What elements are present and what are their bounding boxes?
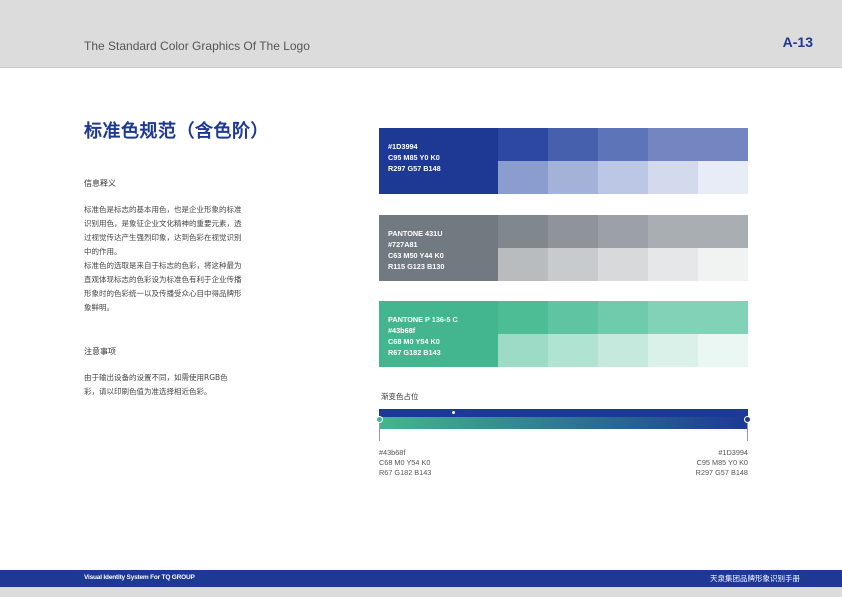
tint-bottom-3 <box>598 248 648 281</box>
info-line: 象鲜明。 <box>84 303 114 312</box>
main-color-gray: PANTONE 431U #727A81 C63 M50 Y44 K0 R115… <box>379 215 498 281</box>
notes-line: 彩，请以印刷色值为准选择相近色彩。 <box>84 387 212 396</box>
tint-top-2 <box>548 215 598 248</box>
tint-top-3 <box>598 301 648 334</box>
tint-top-5 <box>698 301 748 334</box>
tint-bottom-1 <box>498 161 548 194</box>
gradient-end-spec: #1D3994 C95 M85 Y0 K0 R297 G57 B148 <box>696 448 748 478</box>
gradient-label: 渐变色占位 <box>381 392 419 401</box>
info-line: 中的作用。 <box>84 247 122 256</box>
tint-top-1 <box>498 215 548 248</box>
tint-bottom-1 <box>498 248 548 281</box>
spec-line: R297 G57 B148 <box>695 468 748 477</box>
footer-manual-title: 天泉集团品牌形象识别手册 <box>710 574 800 583</box>
info-paragraph: 标准色是标志的基本用色，也是企业形象的标准 识别用色，是象征企业文化精神的重要元… <box>84 203 260 315</box>
main-color-blue: #1D3994 C95 M85 Y0 K0 R297 G57 B148 <box>379 128 498 194</box>
tint-bottom-2 <box>548 334 598 367</box>
gradient-bar <box>379 409 748 429</box>
spec-line: C68 M0 Y54 K0 <box>379 458 431 467</box>
color-spec-line: C63 M50 Y44 K0 <box>388 251 444 260</box>
color-spec-line: PANTONE 431U <box>388 229 443 238</box>
tint-top-4 <box>648 215 698 248</box>
gradient-start-stop[interactable] <box>376 416 383 423</box>
tint-bottom-4 <box>648 248 698 281</box>
header: The Standard Color Graphics Of The Logo … <box>0 0 842 68</box>
tint-bottom-5 <box>698 248 748 281</box>
gradient-start-spec: #43b68f C68 M0 Y54 K0 R67 G182 B143 <box>379 448 431 478</box>
tint-top-5 <box>698 215 748 248</box>
notes-line: 由于输出设备的设置不同，如需使用RGB色 <box>84 373 228 382</box>
info-line: 标准色的选取是来自于标志的色彩，将这种最为 <box>84 261 242 270</box>
tint-top-1 <box>498 301 548 334</box>
tint-top-3 <box>598 128 648 161</box>
footer-strip <box>0 587 842 597</box>
color-spec-line: #727A81 <box>388 240 418 249</box>
gradient-end-stop[interactable] <box>744 416 751 423</box>
tint-bottom-2 <box>548 248 598 281</box>
tint-bottom-1 <box>498 334 548 367</box>
page-title: 标准色规范（含色阶） <box>84 121 269 142</box>
swatch-gray: PANTONE 431U #727A81 C63 M50 Y44 K0 R115… <box>379 215 748 281</box>
color-spec: PANTONE P 136-5 C #43b68f C68 M0 Y54 K0 … <box>388 314 458 358</box>
tint-bottom-4 <box>648 161 698 194</box>
header-title: The Standard Color Graphics Of The Logo <box>84 39 310 53</box>
info-line: 过视觉传达产生强烈印象，达到色彩在视觉识别 <box>84 233 242 242</box>
info-heading: 信息释义 <box>84 179 116 188</box>
tint-bottom-5 <box>698 334 748 367</box>
info-line: 直观体现标志的色彩设为标准色有利于企业传播 <box>84 275 242 284</box>
info-line: 识别用色，是象征企业文化精神的重要元素，透 <box>84 219 242 228</box>
color-spec-line: C68 M0 Y54 K0 <box>388 337 440 346</box>
gradient-midpoint-handle[interactable] <box>452 411 455 414</box>
spec-line: #1D3994 <box>718 448 748 457</box>
tint-bottom-2 <box>548 161 598 194</box>
color-spec-line: C95 M85 Y0 K0 <box>388 153 440 162</box>
color-spec-line: PANTONE P 136-5 C <box>388 315 458 324</box>
footer-brand: Visual Identity System For TQ GROUP <box>84 574 195 581</box>
tint-top-2 <box>548 301 598 334</box>
color-spec-line: #1D3994 <box>388 142 418 151</box>
info-line: 形象时的色彩统一以及传播受众心目中得品牌形 <box>84 289 242 298</box>
info-line: 标准色是标志的基本用色，也是企业形象的标准 <box>84 205 242 214</box>
spec-line: C95 M85 Y0 K0 <box>696 458 748 467</box>
tint-top-2 <box>548 128 598 161</box>
notes-paragraph: 由于输出设备的设置不同，如需使用RGB色 彩，请以印刷色值为准选择相近色彩。 <box>84 371 260 399</box>
tint-bottom-3 <box>598 334 648 367</box>
main-color-green: PANTONE P 136-5 C #43b68f C68 M0 Y54 K0 … <box>379 301 498 367</box>
color-spec: PANTONE 431U #727A81 C63 M50 Y44 K0 R115… <box>388 228 444 272</box>
notes-heading: 注意事项 <box>84 347 116 356</box>
page-number: A-13 <box>782 34 813 50</box>
swatch-green: PANTONE P 136-5 C #43b68f C68 M0 Y54 K0 … <box>379 301 748 367</box>
tint-top-4 <box>648 128 698 161</box>
tint-top-3 <box>598 215 648 248</box>
color-spec-line: R67 G182 B143 <box>388 348 441 357</box>
tint-top-4 <box>648 301 698 334</box>
footer: Visual Identity System For TQ GROUP 天泉集团… <box>0 570 842 587</box>
tint-top-5 <box>698 128 748 161</box>
spec-line: #43b68f <box>379 448 406 457</box>
color-spec: #1D3994 C95 M85 Y0 K0 R297 G57 B148 <box>388 141 441 174</box>
color-spec-line: R297 G57 B148 <box>388 164 441 173</box>
tint-top-1 <box>498 128 548 161</box>
tint-bottom-5 <box>698 161 748 194</box>
swatch-blue: #1D3994 C95 M85 Y0 K0 R297 G57 B148 <box>379 128 748 194</box>
color-spec-line: #43b68f <box>388 326 416 335</box>
color-spec-line: R115 G123 B130 <box>388 262 445 271</box>
tint-bottom-4 <box>648 334 698 367</box>
tint-bottom-3 <box>598 161 648 194</box>
spec-line: R67 G182 B143 <box>379 468 432 477</box>
